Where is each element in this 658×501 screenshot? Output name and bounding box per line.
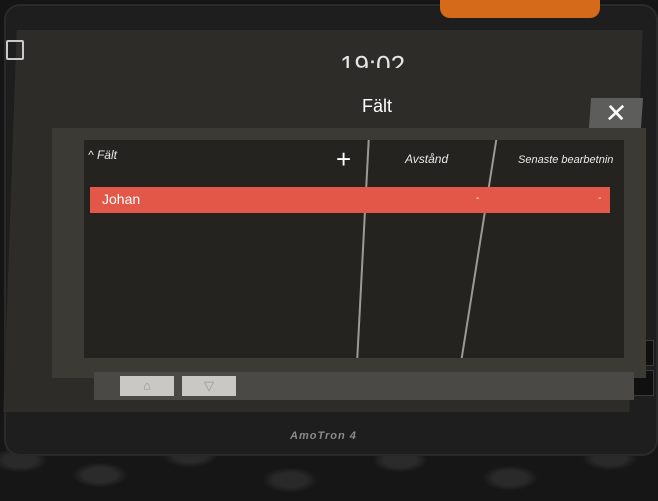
home-icon[interactable]: [6, 40, 24, 60]
add-field-button[interactable]: +: [336, 146, 351, 172]
page-title: Fält: [362, 96, 393, 116]
device-orange-top: [440, 0, 600, 18]
field-name: Johan: [102, 191, 141, 207]
filter-tool-button[interactable]: ▽: [182, 376, 236, 396]
footer-toolbar: [94, 372, 634, 400]
column-header-last-processed[interactable]: Senaste bearbetnin: [518, 154, 613, 166]
status-clock: 19:02: [340, 50, 406, 68]
field-distance: -: [476, 193, 480, 204]
table-row[interactable]: Johan - -: [90, 187, 610, 213]
field-table: [84, 140, 624, 358]
column-header-distance[interactable]: Avstånd: [405, 152, 448, 166]
field-last-processed: -: [598, 193, 602, 204]
device-brand: AmoTron 4: [290, 430, 357, 442]
column-header-field[interactable]: ^ Fält: [88, 148, 117, 162]
close-button[interactable]: ✕: [588, 98, 644, 128]
home-tool-button[interactable]: ⌂: [120, 376, 174, 396]
